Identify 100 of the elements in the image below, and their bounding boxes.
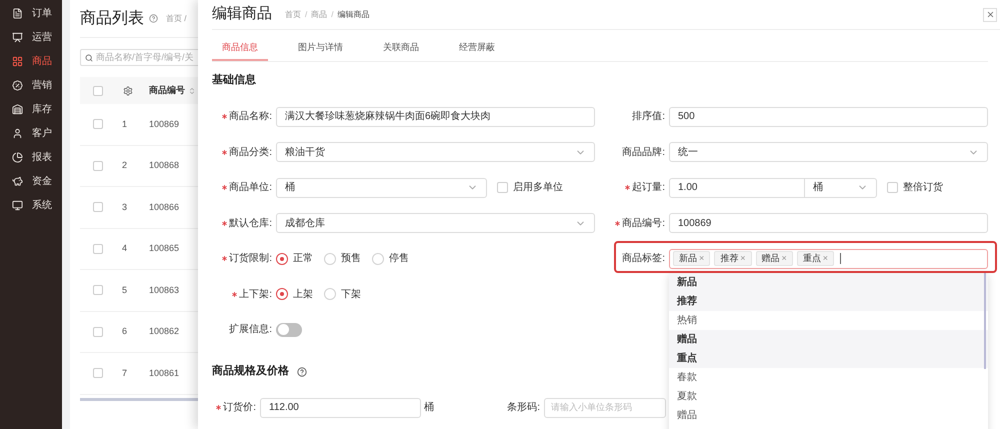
select-field[interactable]: 统一 xyxy=(669,142,988,162)
drawer-title: 编辑商品 xyxy=(212,4,272,24)
table-cell-text: 100863 xyxy=(149,284,180,296)
dropdown-option[interactable]: 新品 xyxy=(669,272,988,292)
scrollbar[interactable] xyxy=(984,272,986,369)
dropdown-option[interactable]: 夏款 xyxy=(669,386,988,406)
checkbox[interactable] xyxy=(93,86,103,96)
checkbox[interactable] xyxy=(93,368,103,378)
tab[interactable]: 经营屏蔽 xyxy=(449,37,505,61)
field-label: 排序值: xyxy=(632,110,665,124)
field-label: 订货价: xyxy=(223,401,256,415)
close-button[interactable] xyxy=(983,8,997,22)
section-title: 基础信息 xyxy=(212,72,257,88)
tag-chip: 推荐 × xyxy=(714,251,752,266)
select-field[interactable]: 粮油干货 xyxy=(276,142,595,162)
radio-button[interactable] xyxy=(276,252,288,265)
radio-label: 停售 xyxy=(389,252,409,266)
unit-select[interactable]: 桶 xyxy=(804,178,877,198)
percent-badge-icon xyxy=(12,80,23,90)
pie-chart-icon xyxy=(12,152,23,162)
close-icon xyxy=(986,10,994,19)
field-label: 商品标签: xyxy=(622,252,665,266)
sidebar-item[interactable]: 资金 xyxy=(0,169,62,193)
unit-label: 桶 xyxy=(424,400,435,415)
table-cell-text: 4 xyxy=(122,242,128,255)
checkbox[interactable] xyxy=(93,160,103,171)
field-label: 商品品牌: xyxy=(622,146,665,160)
page-title: 商品列表 xyxy=(80,8,144,28)
radio-label: 下架 xyxy=(341,288,361,302)
dropdown-option[interactable]: 重点 xyxy=(669,348,988,368)
radio-label: 正常 xyxy=(293,252,313,266)
table-cell-text: 2 xyxy=(122,159,128,172)
sidebar-item[interactable]: 系统 xyxy=(0,193,62,217)
table-cell-text: 6 xyxy=(122,325,128,338)
tab[interactable]: 关联商品 xyxy=(373,37,429,61)
checkbox-label: 整倍订货 xyxy=(903,180,943,196)
text-field[interactable]: 500 xyxy=(669,106,988,127)
sidebar-item[interactable]: 商品 xyxy=(0,49,62,73)
dropdown-option[interactable]: 热销 xyxy=(669,310,988,330)
text-field[interactable]: 1.00 xyxy=(669,178,805,198)
presentation-icon xyxy=(12,32,23,42)
checkbox[interactable] xyxy=(887,182,898,194)
sidebar-item[interactable]: 库存 xyxy=(0,97,62,121)
user-icon xyxy=(12,128,23,138)
section-title: 商品规格及价格 xyxy=(212,364,289,380)
document-icon xyxy=(12,8,23,18)
monitor-icon xyxy=(12,200,23,210)
sidebar-item[interactable]: 客户 xyxy=(0,121,62,145)
warehouse-icon xyxy=(12,104,23,114)
help-icon[interactable] xyxy=(297,366,307,376)
piggy-bank-icon xyxy=(12,176,23,186)
breadcrumb-item: 编辑商品 xyxy=(337,8,370,20)
radio-label: 上架 xyxy=(293,288,313,302)
field-label: 商品分类: xyxy=(229,146,272,160)
field-label: 上下架: xyxy=(239,288,272,302)
tab[interactable]: 商品信息 xyxy=(212,37,268,61)
checkbox[interactable] xyxy=(497,182,508,194)
table-cell-text: 100869 xyxy=(149,118,180,130)
checkbox[interactable] xyxy=(93,244,103,254)
sidebar-item[interactable]: 运营 xyxy=(0,25,62,49)
field-label: 起订量: xyxy=(632,180,665,196)
sidebar-item[interactable]: 报表 xyxy=(0,145,62,169)
dropdown-option[interactable]: 春款 xyxy=(669,368,988,387)
table-cell-text: 100865 xyxy=(149,242,180,255)
table-cell-text: 3 xyxy=(122,200,128,214)
checkbox[interactable] xyxy=(93,119,103,130)
text-field[interactable]: 100869 xyxy=(669,213,988,234)
field-label: 扩展信息: xyxy=(229,322,272,338)
dropdown-option[interactable]: 赠品 xyxy=(669,406,988,425)
checkbox[interactable] xyxy=(93,326,103,337)
field-label: 订货限制: xyxy=(229,252,272,266)
help-icon xyxy=(149,14,158,23)
table-cell-text: 100866 xyxy=(149,200,180,214)
search-icon xyxy=(85,54,93,62)
radio-button[interactable] xyxy=(276,288,288,300)
select-field[interactable]: 成都仓库 xyxy=(276,213,595,234)
text-field[interactable]: 112.00 xyxy=(260,398,421,418)
select-field[interactable]: 桶 xyxy=(276,178,487,198)
sidebar-item[interactable]: 营销 xyxy=(0,73,62,97)
field-label: 商品名称: xyxy=(229,110,272,124)
table-cell-text: 5 xyxy=(122,284,128,296)
field-label: 商品单位: xyxy=(229,180,272,196)
dropdown-option[interactable]: 赠品 xyxy=(669,330,988,349)
table-cell-text: 100861 xyxy=(149,366,180,380)
breadcrumb: 首页 / xyxy=(166,12,186,24)
checkbox-label: 启用多单位 xyxy=(513,180,563,196)
field-label: 商品编号: xyxy=(622,216,665,231)
gear-icon[interactable] xyxy=(123,86,133,96)
text-field[interactable]: 满汉大餐珍味葱烧麻辣锅牛肉面6碗即食大块肉 xyxy=(276,106,595,127)
dropdown-option[interactable]: 推荐 xyxy=(669,292,988,311)
tag-chip: 重点 × xyxy=(796,251,834,266)
sidebar-item[interactable]: 订单 xyxy=(0,1,62,25)
grid-icon xyxy=(12,56,23,66)
toggle-switch[interactable] xyxy=(276,322,302,337)
checkbox[interactable] xyxy=(93,285,103,296)
tag-chip: 赠品 × xyxy=(756,251,793,266)
breadcrumb-separator: / xyxy=(305,8,308,20)
checkbox[interactable] xyxy=(93,202,103,212)
tab[interactable]: 图片与详情 xyxy=(288,37,353,61)
table-cell-text: 1 xyxy=(122,118,128,130)
